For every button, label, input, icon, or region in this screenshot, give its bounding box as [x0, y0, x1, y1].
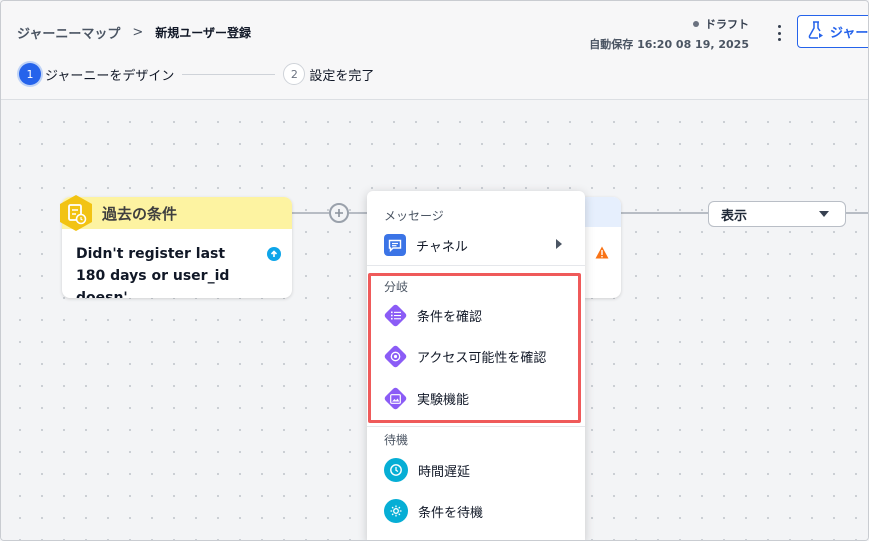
- menu-divider: [367, 265, 585, 266]
- breadcrumb-root-link[interactable]: ジャーニーマップ: [17, 23, 120, 42]
- menu-section-wait: 待機: [384, 433, 409, 447]
- menu-divider: [367, 426, 585, 427]
- step-1-label[interactable]: ジャーニーをデザイン: [45, 65, 174, 84]
- experiment-label: 実験機能: [417, 393, 470, 408]
- chat-icon: [384, 234, 406, 256]
- menu-section-branch: 分岐: [384, 280, 409, 294]
- breadcrumb: ジャーニーマップ > 新規ユーザー登録: [17, 23, 251, 42]
- menu-item-wait-condition[interactable]: 条件を待機: [384, 499, 483, 523]
- autosave-label: 自動保存 16:20 08 19, 2025: [589, 38, 749, 51]
- step-divider: [182, 73, 276, 75]
- list-icon: [383, 303, 408, 328]
- connector-line: [846, 212, 868, 214]
- breadcrumb-current: 新規ユーザー登録: [155, 26, 252, 40]
- app-frame: ジャーニーマップ > 新規ユーザー登録 ドラフト 自動保存 16:20 08 1…: [0, 0, 869, 541]
- time-delay-label: 時間遅延: [418, 464, 471, 480]
- node-description: Didn't register last 180 days or user_id…: [76, 246, 230, 298]
- add-step-button[interactable]: [329, 203, 349, 223]
- connector-line: [621, 212, 708, 214]
- past-condition-node[interactable]: 過去の条件 Didn't register last 180 days or u…: [62, 197, 292, 298]
- calendar-clock-icon: [57, 194, 95, 232]
- more-options-icon[interactable]: [772, 23, 786, 43]
- upload-icon: [267, 247, 281, 261]
- draft-status: ドラフト: [589, 16, 749, 32]
- connector-line: [292, 212, 329, 214]
- target-icon: [383, 344, 408, 369]
- image-icon: [383, 386, 408, 411]
- add-step-menu: メッセージ チャネル 分岐 条件を確認 アクセス可能性を確認 実験機能 待機 時…: [367, 191, 585, 540]
- menu-item-time-delay[interactable]: 時間遅延: [384, 458, 470, 482]
- breadcrumb-separator: >: [132, 25, 144, 40]
- journey-button-label: ジャー: [830, 26, 869, 41]
- journey-test-button[interactable]: ジャー: [797, 15, 869, 48]
- step-2-number[interactable]: 2: [283, 63, 306, 85]
- check-condition-label: 条件を確認: [417, 310, 483, 325]
- node-title: 過去の条件: [62, 197, 292, 229]
- header: ジャーニーマップ > 新規ユーザー登録 ドラフト 自動保存 16:20 08 1…: [1, 1, 869, 100]
- stepper: 1 ジャーニーをデザイン 2 設定を完了: [19, 63, 374, 85]
- warning-icon: [595, 244, 609, 259]
- wait-condition-label: 条件を待機: [418, 505, 484, 521]
- gear-icon: [384, 499, 408, 523]
- save-status: ドラフト 自動保存 16:20 08 19, 2025: [589, 16, 749, 52]
- display-select[interactable]: 表示: [708, 201, 846, 227]
- step-1-number[interactable]: 1: [19, 63, 41, 85]
- menu-item-experiment[interactable]: 実験機能: [383, 386, 470, 411]
- menu-section-message: メッセージ: [384, 209, 444, 223]
- clock-icon: [384, 458, 408, 482]
- menu-item-check-access[interactable]: アクセス可能性を確認: [383, 344, 547, 369]
- draft-label: ドラフト: [705, 18, 749, 31]
- status-dot-icon: [693, 21, 699, 27]
- chevron-down-icon: [819, 211, 829, 217]
- channel-label: チャネル: [416, 239, 468, 255]
- menu-item-channel[interactable]: チャネル: [384, 234, 468, 256]
- flask-icon: [808, 20, 824, 43]
- step-2-label[interactable]: 設定を完了: [309, 65, 374, 84]
- check-access-label: アクセス可能性を確認: [417, 351, 547, 366]
- chevron-right-icon: [556, 239, 562, 249]
- display-select-value: 表示: [721, 208, 748, 224]
- menu-item-check-condition[interactable]: 条件を確認: [383, 303, 483, 328]
- connector-line: [349, 212, 367, 214]
